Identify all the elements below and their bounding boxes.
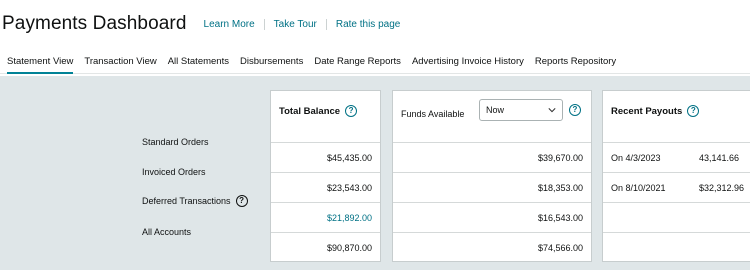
table-cell: $21,892.00 [271,203,380,233]
invoiced-orders-label: Invoiced Orders [142,167,206,177]
tab-advertising-invoice-history[interactable]: Advertising Invoice History [412,50,524,74]
recent-payouts-title: Recent Payouts [611,105,683,117]
row-label-invoiced-orders: Invoiced Orders [142,167,206,177]
tab-transaction-view[interactable]: Transaction View [84,50,156,74]
empty-row [603,203,750,233]
empty-row [603,233,750,263]
funds-standard: $39,670.00 [537,153,583,163]
card-header: Funds Available Now ? [393,91,591,143]
page-title: Payments Dashboard [2,13,187,34]
total-balance-deferred-link[interactable]: $21,892.00 [327,213,372,223]
table-cell: $45,435.00 [271,143,380,173]
tab-all-statements[interactable]: All Statements [168,50,229,74]
funds-available-card: Funds Available Now ? $39,670.00 $18,353… [392,90,592,262]
rate-page-link[interactable]: Rate this page [325,18,410,30]
list-item: On 4/3/2023 43,141.66 [603,143,750,173]
tab-disbursements[interactable]: Disbursements [240,50,303,74]
table-cell: $90,870.00 [271,233,380,263]
standard-orders-label: Standard Orders [142,137,209,147]
question-circle-icon[interactable]: ? [345,105,358,117]
take-tour-link[interactable]: Take Tour [263,18,326,30]
funds-invoiced: $18,353.00 [537,183,583,193]
learn-more-link[interactable]: Learn More [195,19,264,30]
select-value: Now [486,105,505,115]
total-balance-card: Total Balance ? $45,435.00 $23,543.00 $2… [270,90,381,262]
row-label-deferred-transactions: Deferred Transactions ? [142,195,248,207]
payout-date: On 8/10/2021 [611,183,666,193]
funds-all: $74,566.00 [537,243,583,253]
payout-date: On 4/3/2023 [611,153,661,163]
total-balance-invoiced: $23,543.00 [326,183,372,193]
card-header: Total Balance ? [271,91,380,143]
page-header: Payments Dashboard Learn More Take Tour … [0,0,750,48]
question-circle-icon[interactable]: ? [569,104,581,116]
statement-panel: Standard Orders Invoiced Orders Deferred… [0,76,750,270]
recent-payouts-card: Recent Payouts ? On 4/3/2023 43,141.66 O… [602,90,750,262]
funds-deferred: $16,543.00 [537,213,583,223]
tab-bar: Statement View Transaction View All Stat… [0,50,750,74]
question-circle-icon[interactable]: ? [687,105,700,117]
tab-statement-view[interactable]: Statement View [7,50,74,74]
table-cell: $18,353.00 [393,173,591,203]
tab-reports-repository[interactable]: Reports Repository [535,50,616,74]
table-cell: $23,543.00 [271,173,380,203]
list-item: On 8/10/2021 $32,312.96 [603,173,750,203]
payout-amount: $32,312.96 [699,183,745,193]
payout-amount: 43,141.66 [699,153,740,163]
total-balance-all: $90,870.00 [326,243,372,253]
total-balance-title: Total Balance [279,105,341,117]
deferred-transactions-label: Deferred Transactions [142,196,231,206]
table-cell: $16,543.00 [393,203,591,233]
all-accounts-label: All Accounts [142,227,192,237]
chevron-down-icon [548,108,556,113]
row-label-all-accounts: All Accounts [142,227,191,237]
table-cell: $39,670.00 [393,143,591,173]
total-balance-standard: $45,435.00 [326,153,372,163]
row-label-standard-orders: Standard Orders [142,137,209,147]
tab-date-range-reports[interactable]: Date Range Reports [314,50,401,74]
question-circle-icon[interactable]: ? [235,195,248,207]
card-title: Total Balance ? [279,105,358,117]
funds-available-label: Funds Available [401,109,465,119]
help-links: Learn More Take Tour Rate this page [195,18,410,30]
card-title: Recent Payouts ? [611,105,700,117]
table-cell: $74,566.00 [393,233,591,263]
funds-timing-select[interactable]: Now [479,99,563,121]
card-header: Recent Payouts ? [603,91,750,143]
